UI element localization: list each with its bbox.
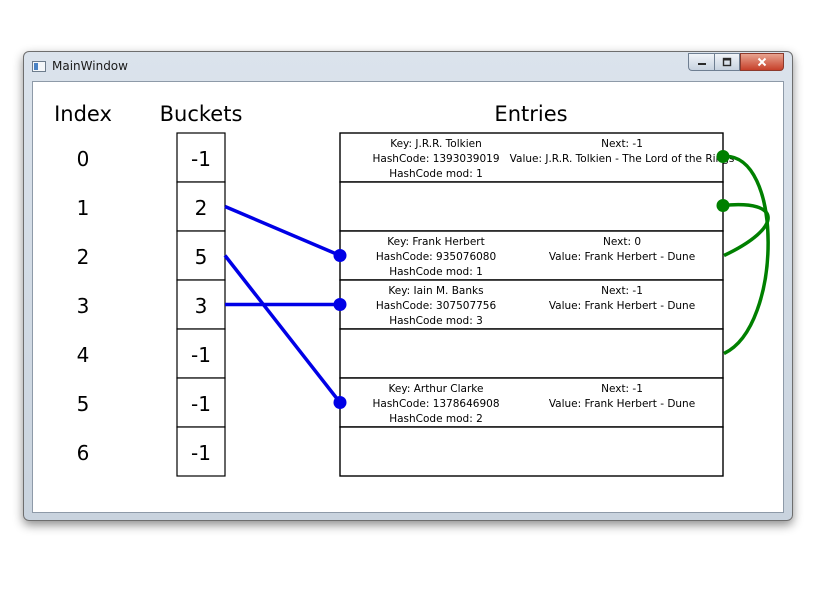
- entry-next: Next: -1: [601, 138, 643, 150]
- entry-hashcode-mod: HashCode mod: 1: [389, 168, 483, 180]
- entry-value: Value: Frank Herbert - Dune: [549, 398, 695, 410]
- index-label: 1: [77, 196, 90, 220]
- close-icon: [757, 57, 767, 67]
- entry-value: Value: J.R.R. Tolkien - The Lord of the …: [510, 153, 735, 165]
- entries-header: Entries: [494, 102, 567, 126]
- index-label: 0: [77, 147, 90, 171]
- bucket-value: 2: [195, 196, 208, 220]
- next-link-endpoint: [716, 199, 730, 212]
- entry-hashcode-mod: HashCode mod: 3: [389, 315, 483, 327]
- caption-buttons: [688, 53, 784, 72]
- entry-hashcode: HashCode: 1393039019: [372, 153, 499, 165]
- bucket-value: -1: [191, 392, 211, 416]
- next-link-curve: [722, 202, 770, 258]
- bucket-value: -1: [191, 441, 211, 465]
- entry-key: Key: Iain M. Banks: [388, 285, 483, 297]
- close-button[interactable]: [740, 53, 784, 71]
- entry-row: [339, 181, 724, 232]
- entry-next: Next: 0: [603, 236, 641, 248]
- entry-key: Key: J.R.R. Tolkien: [390, 138, 482, 150]
- window-title: MainWindow: [52, 59, 128, 73]
- index-label: 4: [77, 343, 90, 367]
- main-window: MainWindow Index Buckets Entries 0 1 2 3…: [23, 51, 793, 521]
- bucket-value: -1: [191, 343, 211, 367]
- bucket-link-line: [223, 254, 342, 404]
- entry-value: Value: Frank Herbert - Dune: [549, 251, 695, 263]
- bucket-link-endpoint: [333, 396, 347, 409]
- minimize-icon: [697, 63, 706, 65]
- entry-row: [339, 328, 724, 379]
- client-area: Index Buckets Entries 0 1 2 3 4 5 6 -1 2 5 3 -1 -1 -…: [32, 81, 784, 513]
- entry-value: Value: Frank Herbert - Dune: [549, 300, 695, 312]
- entry-hashcode: HashCode: 1378646908: [372, 398, 499, 410]
- entry-row: [339, 426, 724, 477]
- entry-hashcode: HashCode: 935076080: [376, 251, 496, 263]
- entry-key: Key: Frank Herbert: [387, 236, 484, 248]
- bucket-value: 5: [195, 245, 208, 269]
- bucket-link-endpoint: [333, 249, 347, 262]
- maximize-icon: [722, 57, 732, 67]
- entry-key: Key: Arthur Clarke: [389, 383, 484, 395]
- buckets-header: Buckets: [160, 102, 243, 126]
- bucket-value: -1: [191, 147, 211, 171]
- index-label: 6: [77, 441, 90, 465]
- minimize-button[interactable]: [688, 53, 714, 71]
- next-link-endpoint: [716, 150, 730, 163]
- index-label: 3: [77, 294, 90, 318]
- entry-hashcode: HashCode: 307507756: [376, 300, 497, 312]
- maximize-button[interactable]: [714, 53, 740, 71]
- bucket-link-line: [224, 204, 341, 258]
- bucket-value: 3: [195, 294, 208, 318]
- index-label: 5: [77, 392, 90, 416]
- index-label: 2: [77, 245, 90, 269]
- entry-next: Next: -1: [601, 383, 643, 395]
- entry-hashcode-mod: HashCode mod: 2: [389, 413, 483, 425]
- entry-next: Next: -1: [601, 285, 643, 297]
- next-link-curve: [722, 154, 770, 356]
- hash-table-diagram: Index Buckets Entries 0 1 2 3 4 5 6 -1 2 5 3 -1 -1 -…: [54, 102, 770, 477]
- title-bar[interactable]: MainWindow: [24, 52, 792, 80]
- bucket-link-endpoint: [333, 298, 347, 311]
- window-icon: [32, 61, 46, 72]
- index-header: Index: [54, 102, 112, 126]
- entry-hashcode-mod: HashCode mod: 1: [389, 266, 483, 278]
